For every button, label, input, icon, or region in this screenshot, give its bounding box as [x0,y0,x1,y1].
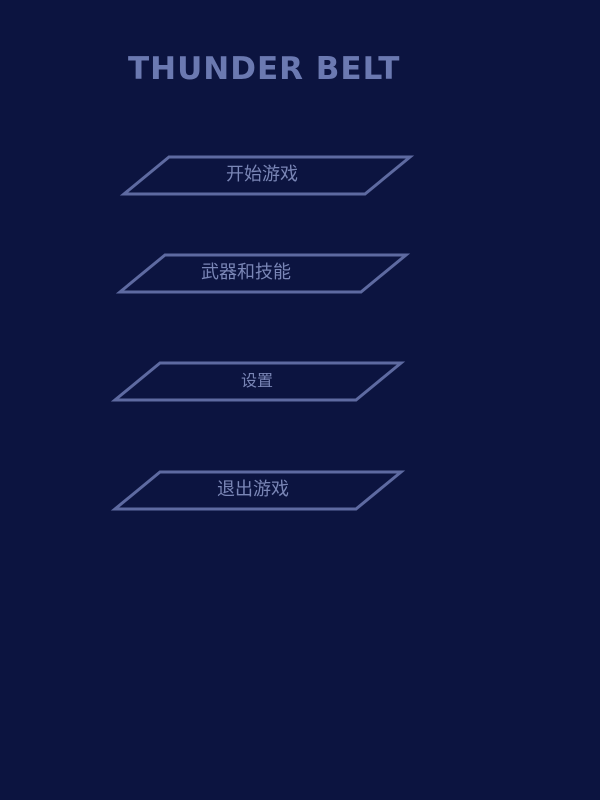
quit-game-button[interactable]: 退出游戏 [110,470,406,511]
settings-button[interactable]: 设置 [110,361,406,402]
start-game-label: 开始游戏 [226,164,298,185]
start-game-button[interactable]: 开始游戏 [119,155,415,196]
main-menu-screen: THUNDER BELT 开始游戏 武器和技能 设置 退出游戏 [0,0,600,800]
weapons-and-skills-label: 武器和技能 [201,262,291,283]
weapons-and-skills-button[interactable]: 武器和技能 [115,253,411,294]
game-title: THUNDER BELT [128,51,401,87]
settings-label: 设置 [240,371,273,390]
quit-game-label: 退出游戏 [217,479,289,500]
